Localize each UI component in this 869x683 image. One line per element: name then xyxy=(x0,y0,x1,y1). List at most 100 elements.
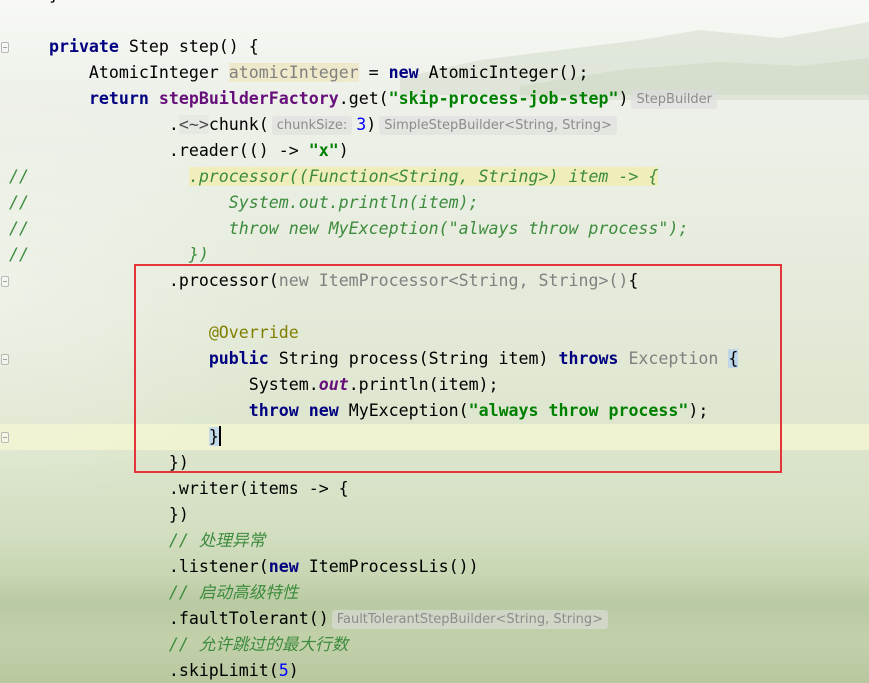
code-line[interactable]: // 启动高级特性 xyxy=(0,580,869,606)
comment-token: // }) xyxy=(9,245,209,264)
code-token: String process(String item) xyxy=(268,349,559,368)
code-line[interactable]: .faultTolerant() FaultTolerantStepBuilder… xyxy=(0,606,869,632)
code-line[interactable]: } xyxy=(0,0,869,8)
string-literal-token: "skip-process-job-step" xyxy=(388,89,619,108)
comment-token: // throw new MyException("always throw p… xyxy=(9,219,689,238)
fold-marker-icon[interactable] xyxy=(1,354,9,365)
code-line[interactable]: .processor(new ItemProcessor<String, Str… xyxy=(0,268,869,294)
text-caret xyxy=(218,426,221,446)
code-token: .faultTolerant() xyxy=(9,609,329,628)
code-line[interactable] xyxy=(0,8,869,34)
comment-token: // 允许跳过的最大行数 xyxy=(168,635,349,654)
dimmed-code-token: Exception xyxy=(628,349,719,368)
folded-code-marker[interactable]: <~> xyxy=(178,115,209,134)
annotation-token: @Override xyxy=(208,323,299,342)
code-token: .reader(() -> xyxy=(9,141,309,160)
code-line[interactable]: // 处理异常 xyxy=(0,528,869,554)
code-token: .writer(items -> { xyxy=(9,479,349,498)
code-line[interactable]: // throw new MyException("always throw p… xyxy=(0,216,869,242)
code-line[interactable]: // 允许跳过的最大行数 xyxy=(0,632,869,658)
code-line[interactable]: .listener(new ItemProcessLis()) xyxy=(0,554,869,580)
code-token: = xyxy=(358,63,389,82)
keyword-token: new xyxy=(268,557,299,576)
matched-brace-token: } xyxy=(208,427,219,446)
code-token: . xyxy=(9,115,179,134)
fold-marker-icon[interactable] xyxy=(1,42,9,53)
code-line[interactable]: return stepBuilderFactory.get("skip-proc… xyxy=(0,86,869,112)
code-editor[interactable]: } private Step step() { AtomicInteger at… xyxy=(0,0,869,683)
code-token: AtomicInteger(); xyxy=(418,63,589,82)
code-line[interactable]: .<~>chunk(chunkSize: 3) SimpleStepBuilder<… xyxy=(0,112,869,138)
code-line[interactable]: // .processor((Function<String, String>)… xyxy=(0,164,869,190)
code-token: Step step() { xyxy=(118,37,259,56)
code-line[interactable]: }) xyxy=(0,450,869,476)
keyword-token: throw xyxy=(248,401,299,420)
string-literal-token: "always throw process" xyxy=(468,401,689,420)
code-line[interactable]: public String process(String item) throw… xyxy=(0,346,869,372)
code-token: .processor( xyxy=(9,271,279,290)
comment-token: // 启动高级特性 xyxy=(168,583,299,602)
keyword-token: public xyxy=(208,349,269,368)
code-area[interactable]: } private Step step() { AtomicInteger at… xyxy=(0,0,869,683)
comment-token: // System.out.println(item); xyxy=(9,193,479,212)
inline-type-hint: FaultTolerantStepBuilder<String, String> xyxy=(331,610,609,629)
code-line[interactable]: .reader(() -> "x") xyxy=(0,138,869,164)
code-token: System. xyxy=(9,375,319,394)
code-token: ItemProcessLis()) xyxy=(298,557,479,576)
code-token: .println(item); xyxy=(348,375,499,394)
comment-token: // xyxy=(9,167,189,186)
code-line[interactable]: private Step step() { xyxy=(0,34,869,60)
code-line[interactable]: throw new MyException("always throw proc… xyxy=(0,398,869,424)
code-line[interactable]: }) xyxy=(0,502,869,528)
keyword-token: new xyxy=(388,63,419,82)
inline-type-hint: StepBuilder xyxy=(631,90,718,109)
keyword-token: new xyxy=(308,401,339,420)
code-line[interactable]: AtomicInteger atomicInteger = new Atomic… xyxy=(0,60,869,86)
code-token: }) xyxy=(9,505,189,524)
code-line[interactable] xyxy=(0,294,869,320)
code-line[interactable]: // }) xyxy=(0,242,869,268)
comment-token: // 处理异常 xyxy=(168,531,266,550)
code-token: ) xyxy=(288,661,299,680)
inline-type-hint: SimpleStepBuilder<String, String> xyxy=(379,116,617,135)
code-token: ); xyxy=(688,401,709,420)
code-line-current[interactable]: } xyxy=(0,424,869,450)
code-line[interactable]: .skipLimit(5) xyxy=(0,658,869,683)
matched-brace-token: { xyxy=(728,349,739,368)
static-field-token: out xyxy=(318,375,349,394)
code-token: ) xyxy=(366,115,377,134)
fold-marker-icon[interactable] xyxy=(1,276,9,287)
code-line[interactable]: // System.out.println(item); xyxy=(0,190,869,216)
code-token: chunk( xyxy=(208,115,269,134)
code-token: .get( xyxy=(338,89,389,108)
highlighted-comment-token: .processor((Function<String, String>) it… xyxy=(188,167,659,186)
code-token: } xyxy=(49,0,59,4)
code-token: }) xyxy=(9,453,189,472)
code-token: ) xyxy=(618,89,629,108)
code-line[interactable]: @Override xyxy=(0,320,869,346)
code-line[interactable]: System.out.println(item); xyxy=(0,372,869,398)
keyword-token: return xyxy=(88,89,149,108)
field-reference-token: stepBuilderFactory xyxy=(158,89,339,108)
number-literal-token: 3 xyxy=(356,115,367,134)
unused-variable-token: atomicInteger xyxy=(228,63,359,82)
dimmed-code-token: new ItemProcessor<String, String>() xyxy=(278,271,629,290)
code-token: .skipLimit( xyxy=(9,661,279,680)
string-literal-token: "x" xyxy=(308,141,339,160)
code-line[interactable]: .writer(items -> { xyxy=(0,476,869,502)
inline-type-hint: chunkSize: xyxy=(271,116,353,135)
keyword-token: private xyxy=(48,37,119,56)
fold-marker-icon[interactable] xyxy=(1,432,9,443)
